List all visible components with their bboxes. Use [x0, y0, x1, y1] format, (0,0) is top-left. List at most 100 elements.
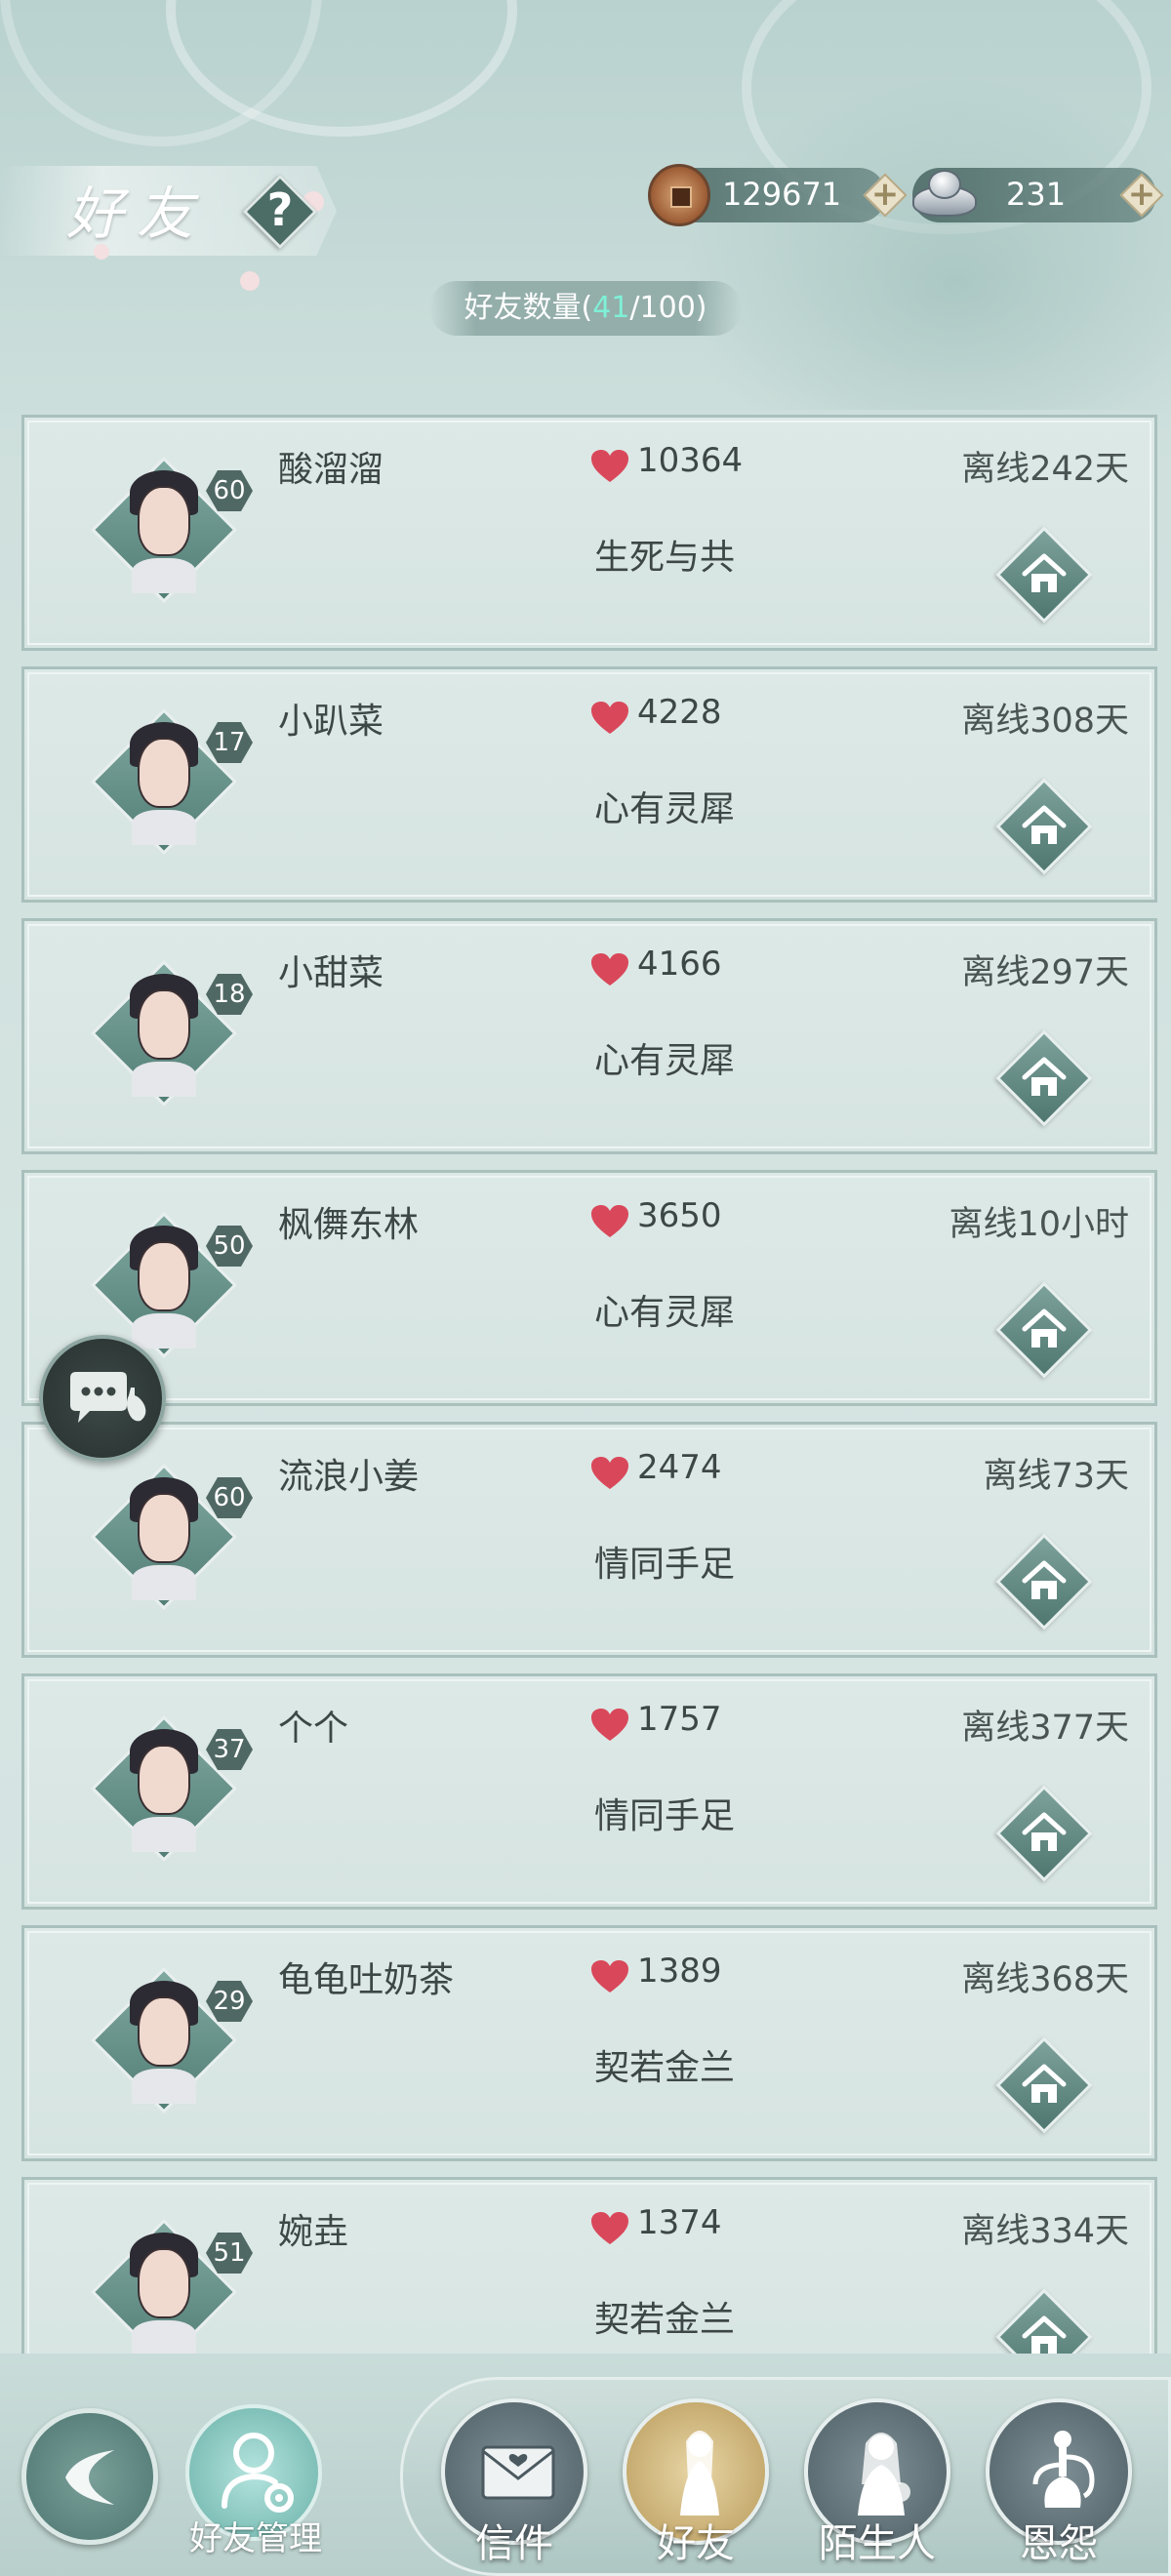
- home-icon: [1022, 1560, 1067, 1599]
- back-button[interactable]: [21, 2408, 158, 2545]
- friend-avatar[interactable]: 60: [91, 1464, 253, 1610]
- copper-coin-counter: 129671 +: [648, 164, 908, 226]
- help-button[interactable]: ?: [242, 174, 318, 250]
- visit-home-button[interactable]: [990, 1025, 1098, 1132]
- visit-home-button[interactable]: [990, 521, 1098, 628]
- silver-ingot-counter: 231 +: [912, 168, 1164, 222]
- heart-icon: [590, 1204, 629, 1239]
- friend-list[interactable]: 60 酸溜溜 10364 生死与共 离线242天 17 小趴菜 4228 心有灵…: [21, 415, 1157, 2356]
- friend-name: 龟龟吐奶茶: [278, 1960, 455, 2000]
- relation-title: 契若金兰: [594, 2300, 736, 2340]
- home-icon: [1022, 1308, 1067, 1348]
- heart-icon: [590, 701, 629, 736]
- friend-avatar[interactable]: 18: [91, 960, 253, 1107]
- visit-home-button[interactable]: [990, 773, 1098, 880]
- friend-avatar[interactable]: 51: [91, 2219, 253, 2356]
- chat-icon: [70, 1372, 146, 1423]
- friend-card[interactable]: 60 酸溜溜 10364 生死与共 离线242天: [21, 415, 1157, 651]
- friend-count-current: 41: [592, 291, 630, 325]
- copper-coin-amount: 129671: [722, 176, 842, 213]
- tab-grudges-label: 恩怨: [1020, 2521, 1098, 2566]
- plus-label: +: [870, 175, 900, 214]
- level-badge: 51: [206, 2233, 253, 2274]
- add-copper-button[interactable]: +: [863, 173, 908, 218]
- user-settings-icon: [222, 2433, 294, 2513]
- friend-count-prefix: 好友数量(: [464, 291, 593, 325]
- online-status: 离线334天: [961, 2212, 1129, 2251]
- visit-home-button[interactable]: [990, 1276, 1098, 1384]
- level-value: 37: [213, 1735, 246, 1764]
- friend-card[interactable]: 18 小甜菜 4166 心有灵犀 离线297天: [21, 918, 1157, 1154]
- friend-card[interactable]: 51 婉垚 1374 契若金兰 离线334天: [21, 2177, 1157, 2356]
- friend-name: 婉垚: [278, 2212, 349, 2252]
- level-badge: 37: [206, 1729, 253, 1770]
- envelope-icon: [481, 2445, 555, 2500]
- intimacy-value: 1757: [637, 1700, 722, 1739]
- intimacy-value: 4166: [637, 945, 722, 984]
- avatar-robe: [132, 1817, 196, 1852]
- level-value: 51: [213, 2238, 246, 2268]
- friend-card[interactable]: 29 龟龟吐奶茶 1389 契若金兰 离线368天: [21, 1925, 1157, 2161]
- online-status: 离线308天: [961, 702, 1129, 741]
- relation-title: 情同手足: [594, 1796, 736, 1836]
- avatar-face: [138, 1493, 190, 1563]
- level-value: 60: [213, 476, 246, 505]
- friend-name: 枫儛东林: [278, 1205, 420, 1245]
- heart-icon: [590, 1456, 629, 1491]
- intimacy-value: 4228: [637, 693, 722, 732]
- level-value: 18: [213, 980, 246, 1009]
- level-value: 29: [213, 1987, 246, 2016]
- avatar-face: [138, 2248, 190, 2318]
- back-arrow-icon: [65, 2450, 114, 2505]
- home-icon: [1022, 2315, 1067, 2355]
- avatar-robe: [132, 2069, 196, 2104]
- visit-home-button[interactable]: [990, 1780, 1098, 1887]
- level-badge: 60: [206, 470, 253, 511]
- blossom-ornament: [94, 244, 109, 260]
- intimacy-value: 3650: [637, 1196, 722, 1235]
- home-icon: [1022, 1812, 1067, 1851]
- relation-title: 心有灵犀: [594, 1041, 736, 1081]
- friend-name: 个个: [278, 1709, 349, 1749]
- relation-title: 心有灵犀: [594, 789, 736, 829]
- visit-home-button[interactable]: [990, 1528, 1098, 1635]
- avatar-face: [138, 1241, 190, 1311]
- friend-card[interactable]: 37 个个 1757 情同手足 离线377天: [21, 1673, 1157, 1910]
- level-value: 17: [213, 728, 246, 757]
- add-silver-button[interactable]: +: [1119, 173, 1164, 218]
- heart-icon: [590, 1959, 629, 1994]
- friend-card[interactable]: 50 枫儛东林 3650 心有灵犀 离线10小时: [21, 1170, 1157, 1406]
- friend-name: 小趴菜: [278, 702, 384, 742]
- friend-avatar[interactable]: 37: [91, 1715, 253, 1862]
- female-figure-icon: [680, 2431, 719, 2516]
- silver-ingot-icon: [909, 162, 981, 222]
- avatar-face: [138, 738, 190, 808]
- level-badge: 18: [206, 974, 253, 1015]
- friend-card[interactable]: 60 流浪小姜 2474 情同手足 离线73天: [21, 1422, 1157, 1658]
- online-status: 离线10小时: [949, 1205, 1129, 1244]
- help-label: ?: [266, 183, 294, 236]
- friend-card[interactable]: 17 小趴菜 4228 心有灵犀 离线308天: [21, 666, 1157, 903]
- heart-icon: [590, 952, 629, 987]
- intimacy-value: 2474: [637, 1448, 722, 1487]
- avatar-face: [138, 989, 190, 1060]
- avatar-robe: [132, 810, 196, 845]
- tab-friends-label: 好友: [657, 2521, 735, 2566]
- friend-avatar[interactable]: 17: [91, 708, 253, 855]
- friend-name: 小甜菜: [278, 953, 384, 993]
- online-status: 离线368天: [961, 1960, 1129, 1999]
- chat-bubble-button[interactable]: [39, 1335, 166, 1462]
- friend-avatar[interactable]: 29: [91, 1967, 253, 2113]
- home-icon: [1022, 2064, 1067, 2103]
- online-status: 离线297天: [961, 953, 1129, 992]
- friend-name: 流浪小姜: [278, 1457, 420, 1497]
- online-status: 离线377天: [961, 1709, 1129, 1748]
- level-badge: 29: [206, 1981, 253, 2022]
- avatar-face: [138, 1745, 190, 1815]
- home-icon: [1022, 553, 1067, 592]
- relation-title: 心有灵犀: [594, 1293, 736, 1333]
- visit-home-button[interactable]: [990, 2032, 1098, 2139]
- home-icon: [1022, 805, 1067, 844]
- visit-home-button[interactable]: [990, 2283, 1098, 2356]
- friend-avatar[interactable]: 60: [91, 457, 253, 603]
